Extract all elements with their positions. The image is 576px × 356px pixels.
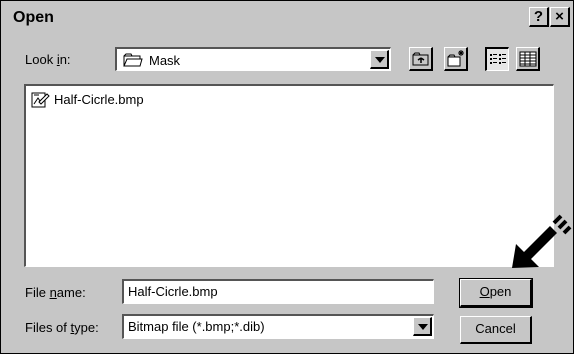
look-in-label: Look in: <box>25 52 71 67</box>
files-of-type-select[interactable]: Bitmap file (*.bmp;*.dib) <box>122 314 434 339</box>
open-dialog: Open ? × Look in: Mask Half-Cicrle.bmp F… <box>0 0 574 354</box>
files-of-type-value: Bitmap file (*.bmp;*.dib) <box>128 319 265 334</box>
close-button[interactable]: × <box>550 7 570 27</box>
list-view-button[interactable] <box>485 47 509 71</box>
look-in-combo[interactable]: Mask <box>115 47 391 71</box>
arrow-pointer-icon <box>512 214 572 268</box>
details-view-button[interactable] <box>516 47 540 71</box>
chevron-down-icon <box>375 57 385 63</box>
up-folder-icon <box>412 52 429 66</box>
up-one-level-button[interactable] <box>409 47 433 71</box>
look-in-dropdown-button[interactable] <box>370 50 389 69</box>
bitmap-file-icon <box>30 91 50 112</box>
file-name-input[interactable]: Half-Cicrle.bmp <box>122 279 434 304</box>
create-new-folder-button[interactable] <box>444 47 468 71</box>
folder-icon <box>123 52 143 71</box>
files-of-type-label: Files of type: <box>25 320 99 335</box>
title-bar: Open ? × <box>5 5 571 31</box>
look-in-value: Mask <box>149 53 181 68</box>
cancel-button[interactable]: Cancel <box>460 316 532 344</box>
open-button[interactable]: Open <box>459 278 533 308</box>
new-folder-icon <box>447 50 464 67</box>
list-view-icon <box>490 54 506 64</box>
file-name: Half-Cicrle.bmp <box>54 92 144 107</box>
files-of-type-dropdown-button[interactable] <box>413 317 432 336</box>
window-title: Open <box>13 9 54 26</box>
file-name-label: File name: <box>25 285 86 300</box>
details-view-icon <box>519 51 537 67</box>
file-list[interactable]: Half-Cicrle.bmp <box>24 84 554 267</box>
chevron-down-icon <box>418 324 428 330</box>
file-name-input-value: Half-Cicrle.bmp <box>128 284 218 299</box>
help-button[interactable]: ? <box>529 7 549 27</box>
